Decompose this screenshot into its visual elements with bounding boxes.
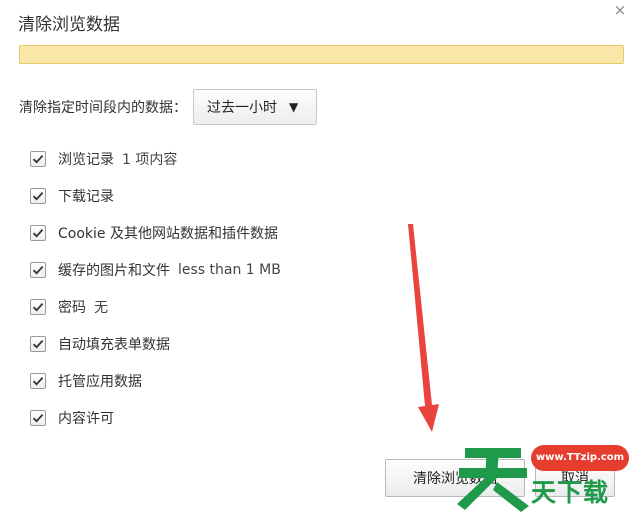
option-label: 下载记录 [58, 188, 114, 205]
checkmark-icon [32, 302, 44, 311]
time-range-selected-value: 过去一小时 [207, 100, 277, 116]
clear-browsing-data-dialog: 清除浏览数据 × 清除指定时间段内的数据： 过去一小时 ▼ 浏览记录 1 项内容… [0, 0, 634, 513]
checkmark-icon [32, 413, 44, 422]
option-detail: 无 [94, 299, 108, 316]
checkbox-content-licenses[interactable] [30, 409, 46, 426]
option-label: 密码 [58, 299, 86, 316]
checkbox-cookies[interactable] [30, 224, 46, 241]
clear-browsing-data-button[interactable]: 清除浏览数据 [385, 459, 525, 497]
option-hosted-app-data[interactable]: 托管应用数据 [30, 362, 281, 399]
cancel-button[interactable]: 取消 [535, 459, 615, 497]
option-cookies[interactable]: Cookie 及其他网站数据和插件数据 [30, 214, 281, 251]
checkmark-icon [32, 376, 44, 385]
option-label: 浏览记录 [58, 151, 114, 168]
option-cached-files[interactable]: 缓存的图片和文件 less than 1 MB [30, 251, 281, 288]
option-content-licenses[interactable]: 内容许可 [30, 399, 281, 436]
option-label: 托管应用数据 [58, 373, 142, 390]
checkbox-cached-files[interactable] [30, 261, 46, 278]
checkmark-icon [32, 191, 44, 200]
option-label: 自动填充表单数据 [58, 336, 170, 353]
time-range-row: 清除指定时间段内的数据： 过去一小时 ▼ [19, 88, 317, 126]
checkbox-autofill[interactable] [30, 335, 46, 352]
option-detail: 1 项内容 [122, 151, 178, 168]
dropdown-arrow-icon: ▼ [289, 100, 299, 114]
time-range-label: 清除指定时间段内的数据： [19, 100, 187, 116]
checkmark-icon [32, 265, 44, 274]
option-label: 缓存的图片和文件 [58, 262, 170, 279]
option-browsing-history[interactable]: 浏览记录 1 项内容 [30, 140, 281, 177]
option-label: Cookie 及其他网站数据和插件数据 [58, 225, 278, 242]
dialog-title: 清除浏览数据 [18, 15, 120, 35]
option-passwords[interactable]: 密码 无 [30, 288, 281, 325]
time-range-select[interactable]: 过去一小时 ▼ [193, 89, 317, 125]
checkbox-hosted-app-data[interactable] [30, 372, 46, 389]
checkbox-browsing-history[interactable] [30, 150, 46, 167]
option-detail: less than 1 MB [178, 261, 281, 278]
checkmark-icon [32, 339, 44, 348]
data-type-options: 浏览记录 1 项内容 下载记录 Cookie 及其他网站数据和插件数据 缓存的图… [30, 140, 281, 436]
close-icon[interactable]: × [612, 2, 628, 18]
option-download-history[interactable]: 下载记录 [30, 177, 281, 214]
checkbox-passwords[interactable] [30, 298, 46, 315]
notice-bar [19, 45, 624, 64]
checkmark-icon [32, 154, 44, 163]
checkmark-icon [32, 228, 44, 237]
option-label: 内容许可 [58, 410, 114, 427]
checkbox-download-history[interactable] [30, 187, 46, 204]
option-autofill[interactable]: 自动填充表单数据 [30, 325, 281, 362]
